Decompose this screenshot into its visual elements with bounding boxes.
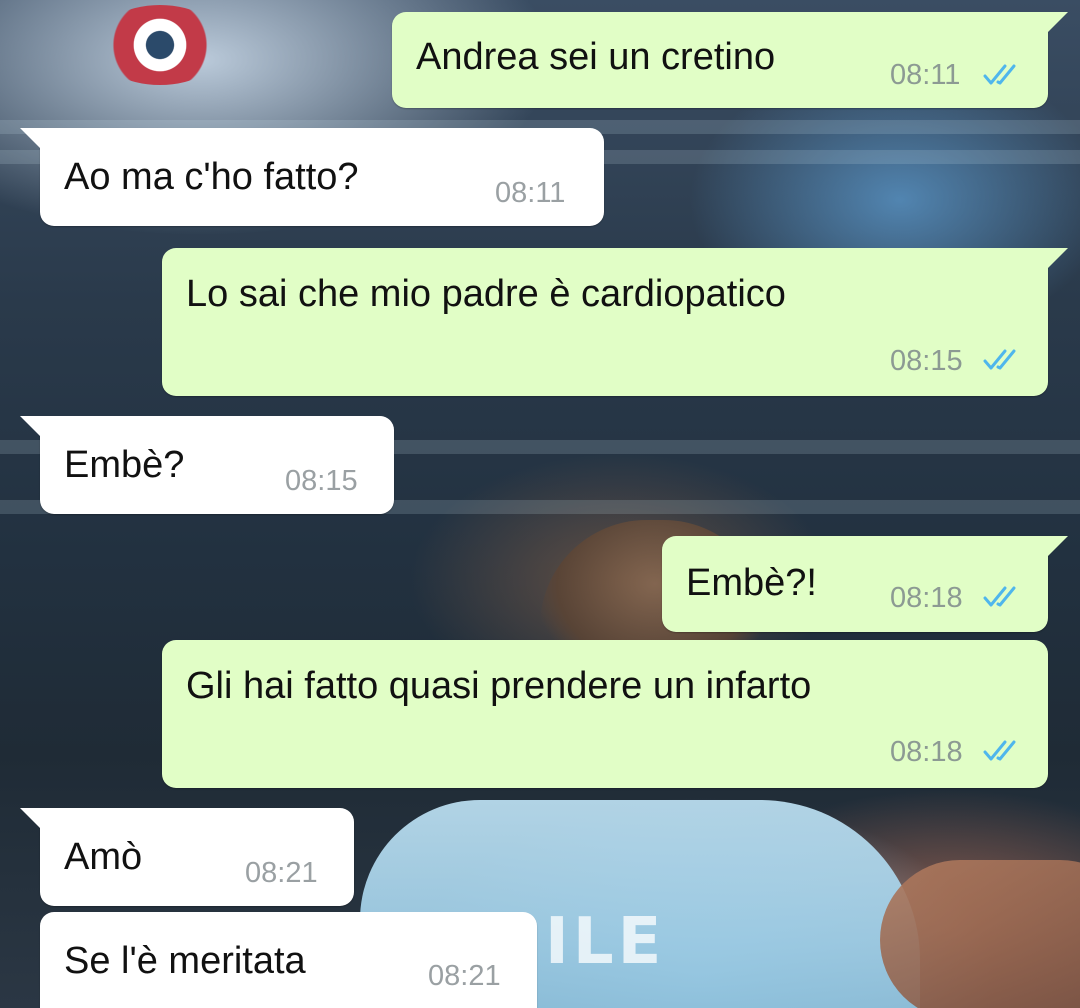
read-double-check-icon bbox=[983, 64, 1016, 85]
message-time: 08:11 bbox=[495, 177, 566, 209]
read-double-check-icon bbox=[983, 586, 1016, 607]
message-text: Ao ma c'ho fatto? bbox=[64, 156, 359, 198]
wallpaper-flag-emblem bbox=[95, 5, 225, 85]
message-time: 08:15 bbox=[890, 345, 963, 377]
message-time: 08:18 bbox=[890, 582, 963, 614]
message-time: 08:11 bbox=[890, 59, 961, 91]
message-bubble-outgoing[interactable]: Gli hai fatto quasi prendere un infarto … bbox=[162, 640, 1048, 788]
message-time: 08:18 bbox=[890, 736, 963, 768]
read-double-check-icon bbox=[983, 349, 1016, 370]
message-bubble-incoming[interactable]: Ao ma c'ho fatto? 08:11 bbox=[20, 128, 604, 226]
message-bubble-incoming[interactable]: Embè? 08:15 bbox=[20, 416, 394, 514]
message-bubble-incoming[interactable]: Amò 08:21 bbox=[20, 808, 354, 906]
message-text: Embè? bbox=[64, 444, 185, 486]
message-text: Amò bbox=[64, 836, 143, 878]
message-time: 08:21 bbox=[428, 960, 501, 992]
message-text: Embè?! bbox=[686, 562, 817, 604]
message-time: 08:21 bbox=[245, 857, 318, 889]
message-bubble-outgoing[interactable]: Embè?! 08:18 bbox=[662, 536, 1068, 632]
read-double-check-icon bbox=[983, 740, 1016, 761]
message-text: Se l'è meritata bbox=[64, 940, 306, 982]
message-bubble-incoming[interactable]: Se l'è meritata 08:21 bbox=[40, 912, 537, 1008]
message-bubble-outgoing[interactable]: Andrea sei un cretino 08:11 bbox=[392, 12, 1068, 108]
message-text: Andrea sei un cretino bbox=[416, 36, 776, 78]
wallpaper-jersey-lettering: ILE bbox=[545, 905, 666, 979]
message-bubble-outgoing[interactable]: Lo sai che mio padre è cardiopatico 08:1… bbox=[162, 248, 1068, 396]
message-time: 08:15 bbox=[285, 465, 358, 497]
message-text: Gli hai fatto quasi prendere un infarto bbox=[186, 665, 812, 707]
message-text: Lo sai che mio padre è cardiopatico bbox=[186, 273, 786, 315]
wallpaper-player-arm bbox=[880, 860, 1080, 1008]
